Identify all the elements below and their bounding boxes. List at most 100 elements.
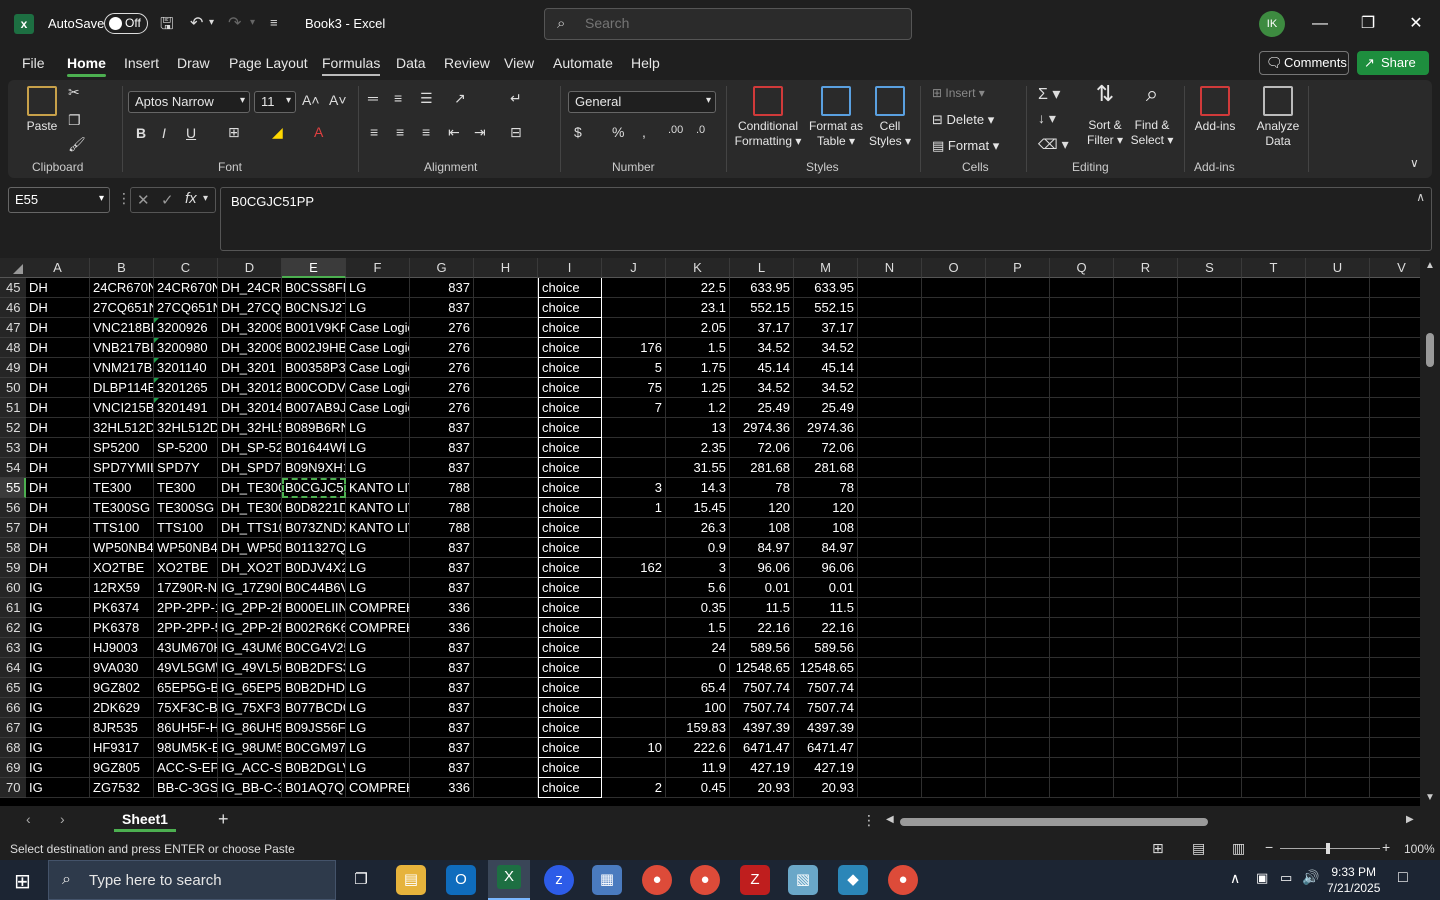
cell-f50[interactable]: Case Logic xyxy=(346,378,410,398)
cell-b69[interactable]: 9GZ805 xyxy=(90,758,154,778)
row-header[interactable]: 69 xyxy=(0,758,26,778)
cell-d68[interactable]: IG_98UM5 xyxy=(218,738,282,758)
cell-t67[interactable] xyxy=(1242,718,1306,738)
cell-k55[interactable]: 14.3 xyxy=(666,478,730,498)
cell-q69[interactable] xyxy=(1050,758,1114,778)
cell-h49[interactable] xyxy=(474,358,538,378)
cell-a50[interactable]: DH xyxy=(26,378,90,398)
cell-r45[interactable] xyxy=(1114,278,1178,298)
cell-g60[interactable]: 837 xyxy=(410,578,474,598)
cell-a66[interactable]: IG xyxy=(26,698,90,718)
cell-k48[interactable]: 1.5 xyxy=(666,338,730,358)
number-format-select[interactable]: General ▾ xyxy=(568,91,716,113)
cell-q55[interactable] xyxy=(1050,478,1114,498)
increase-indent-icon[interactable]: ⇥ xyxy=(474,124,486,141)
cell-d52[interactable]: DH_32HL5 xyxy=(218,418,282,438)
cell-s60[interactable] xyxy=(1178,578,1242,598)
cell-l50[interactable]: 34.52 xyxy=(730,378,794,398)
cell-u66[interactable] xyxy=(1306,698,1370,718)
cell-j69[interactable] xyxy=(602,758,666,778)
tab-view[interactable]: View xyxy=(504,55,534,71)
network-icon[interactable]: ▭ xyxy=(1280,870,1292,886)
cell-p51[interactable] xyxy=(986,398,1050,418)
sort-filter-button[interactable]: ⇅ Sort & Filter ▾ xyxy=(1084,83,1126,148)
cell-k47[interactable]: 2.05 xyxy=(666,318,730,338)
cell-h56[interactable] xyxy=(474,498,538,518)
cell-b61[interactable]: PK6374 xyxy=(90,598,154,618)
redo-icon[interactable]: ↷ xyxy=(228,13,241,33)
column-header-q[interactable]: Q xyxy=(1050,258,1114,278)
cell-t59[interactable] xyxy=(1242,558,1306,578)
cell-a47[interactable]: DH xyxy=(26,318,90,338)
conditional-formatting-button[interactable]: Conditional Formatting ▾ xyxy=(732,86,804,149)
cell-r64[interactable] xyxy=(1114,658,1178,678)
cell-t45[interactable] xyxy=(1242,278,1306,298)
cell-i45[interactable]: choice xyxy=(538,278,602,298)
cell-l60[interactable]: 0.01 xyxy=(730,578,794,598)
cell-m49[interactable]: 45.14 xyxy=(794,358,858,378)
cell-j70[interactable]: 2 xyxy=(602,778,666,798)
cell-n62[interactable] xyxy=(858,618,922,638)
cell-m51[interactable]: 25.49 xyxy=(794,398,858,418)
cell-c47[interactable]: 3200926 xyxy=(154,318,218,338)
restore-icon[interactable]: ❐ xyxy=(1348,10,1388,38)
cell-s58[interactable] xyxy=(1178,538,1242,558)
calculator-icon[interactable]: ▦ xyxy=(592,865,622,895)
cell-i62[interactable]: choice xyxy=(538,618,602,638)
cell-p59[interactable] xyxy=(986,558,1050,578)
cell-p48[interactable] xyxy=(986,338,1050,358)
cell-h46[interactable] xyxy=(474,298,538,318)
cell-r58[interactable] xyxy=(1114,538,1178,558)
cell-b64[interactable]: 9VA030 xyxy=(90,658,154,678)
select-all-corner[interactable] xyxy=(0,258,26,278)
cell-r50[interactable] xyxy=(1114,378,1178,398)
cell-u62[interactable] xyxy=(1306,618,1370,638)
cell-u68[interactable] xyxy=(1306,738,1370,758)
cell-i68[interactable]: choice xyxy=(538,738,602,758)
cell-b48[interactable]: VNB217BL xyxy=(90,338,154,358)
cell-d50[interactable]: DH_32012 xyxy=(218,378,282,398)
cell-s51[interactable] xyxy=(1178,398,1242,418)
cell-o55[interactable] xyxy=(922,478,986,498)
cell-i65[interactable]: choice xyxy=(538,678,602,698)
cell-m64[interactable]: 12548.65 xyxy=(794,658,858,678)
cell-u49[interactable] xyxy=(1306,358,1370,378)
cell-d63[interactable]: IG_43UM6 xyxy=(218,638,282,658)
cell-d56[interactable]: DH_TE300 xyxy=(218,498,282,518)
row-header[interactable]: 66 xyxy=(0,698,26,718)
cell-r59[interactable] xyxy=(1114,558,1178,578)
cell-k64[interactable]: 0 xyxy=(666,658,730,678)
spreadsheet-grid[interactable]: A B C D E F G H I J K L M N O P Q R S T U V 45 DH 24CR670N 24CR67… xyxy=(0,258,1420,806)
cell-t50[interactable] xyxy=(1242,378,1306,398)
cell-t68[interactable] xyxy=(1242,738,1306,758)
row-header[interactable]: 45 xyxy=(0,278,26,298)
insert-function-icon[interactable]: fx xyxy=(185,190,197,207)
cell-n65[interactable] xyxy=(858,678,922,698)
cell-k60[interactable]: 5.6 xyxy=(666,578,730,598)
cell-s50[interactable] xyxy=(1178,378,1242,398)
cell-t70[interactable] xyxy=(1242,778,1306,798)
cell-v55[interactable] xyxy=(1370,478,1420,498)
cell-b53[interactable]: SP5200 xyxy=(90,438,154,458)
row-header[interactable]: 46 xyxy=(0,298,26,318)
cell-l64[interactable]: 12548.65 xyxy=(730,658,794,678)
cell-f53[interactable]: LG xyxy=(346,438,410,458)
cell-b57[interactable]: TTS100 xyxy=(90,518,154,538)
cell-h57[interactable] xyxy=(474,518,538,538)
cell-k62[interactable]: 1.5 xyxy=(666,618,730,638)
cell-c58[interactable]: WP50NB4 xyxy=(154,538,218,558)
cell-i69[interactable]: choice xyxy=(538,758,602,778)
cell-q59[interactable] xyxy=(1050,558,1114,578)
cell-m60[interactable]: 0.01 xyxy=(794,578,858,598)
cell-c56[interactable]: TE300SG xyxy=(154,498,218,518)
autosave-toggle[interactable]: Off xyxy=(104,13,148,34)
cell-j49[interactable]: 5 xyxy=(602,358,666,378)
cell-f52[interactable]: LG xyxy=(346,418,410,438)
cell-j53[interactable] xyxy=(602,438,666,458)
paste-button[interactable]: Paste xyxy=(22,86,62,134)
cell-i47[interactable]: choice xyxy=(538,318,602,338)
cell-q51[interactable] xyxy=(1050,398,1114,418)
cell-l59[interactable]: 96.06 xyxy=(730,558,794,578)
cell-m65[interactable]: 7507.74 xyxy=(794,678,858,698)
cell-p69[interactable] xyxy=(986,758,1050,778)
